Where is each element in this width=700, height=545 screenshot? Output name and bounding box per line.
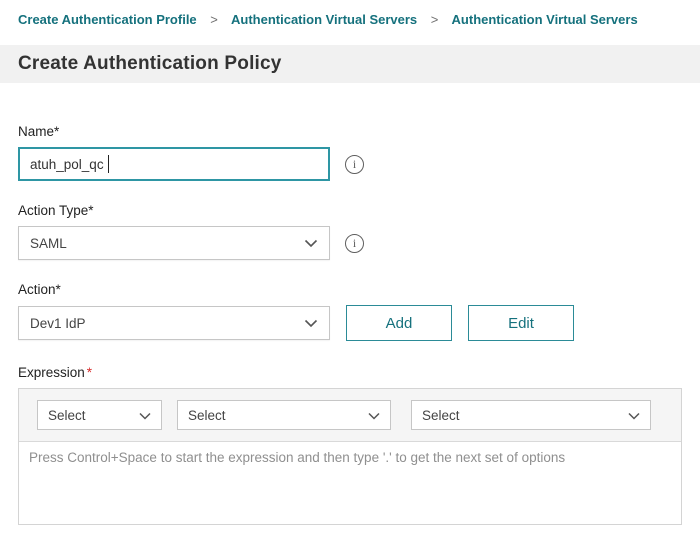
add-button[interactable]: Add	[346, 305, 452, 341]
chevron-down-icon	[139, 408, 151, 423]
expression-label-text: Expression	[18, 365, 85, 380]
info-icon[interactable]: i	[345, 234, 364, 253]
form: Name* i Action Type* SAML i	[0, 83, 700, 525]
action-type-field-group: Action Type* SAML i	[18, 203, 682, 260]
name-input-wrap	[18, 147, 330, 181]
name-label: Name*	[18, 124, 682, 139]
expression-editor: Select Select Select	[18, 388, 682, 525]
name-input[interactable]	[18, 147, 330, 181]
expression-label: Expression*	[18, 365, 682, 380]
action-type-selected-value: SAML	[30, 236, 67, 251]
chevron-down-icon	[628, 408, 640, 423]
expression-input-area	[19, 442, 681, 524]
expression-toolbar: Select Select Select	[19, 389, 681, 442]
expression-select-2[interactable]: Select	[177, 400, 391, 430]
page-title: Create Authentication Policy	[18, 53, 282, 75]
breadcrumb-separator-icon: >	[431, 12, 439, 27]
expression-select-3-value: Select	[422, 408, 460, 423]
expression-textarea[interactable]	[19, 442, 681, 524]
info-icon[interactable]: i	[345, 155, 364, 174]
expression-select-3[interactable]: Select	[411, 400, 651, 430]
page-header: Create Authentication Policy	[0, 45, 700, 83]
expression-select-1-value: Select	[48, 408, 86, 423]
required-asterisk: *	[87, 365, 92, 380]
breadcrumb-item-create-authentication-profile[interactable]: Create Authentication Profile	[18, 12, 197, 27]
text-caret	[108, 155, 109, 173]
chevron-down-icon	[304, 239, 318, 248]
expression-select-1[interactable]: Select	[37, 400, 162, 430]
action-type-select[interactable]: SAML	[18, 226, 330, 260]
action-select[interactable]: Dev1 IdP	[18, 306, 330, 340]
breadcrumb: Create Authentication Profile > Authenti…	[0, 0, 700, 27]
action-type-label: Action Type*	[18, 203, 682, 218]
edit-button[interactable]: Edit	[468, 305, 574, 341]
action-field-group: Action* Dev1 IdP Add Edit	[18, 282, 682, 341]
chevron-down-icon	[368, 408, 380, 423]
chevron-down-icon	[304, 319, 318, 328]
action-label: Action*	[18, 282, 682, 297]
name-field-group: Name* i	[18, 124, 682, 181]
expression-field-group: Expression* Select Select	[18, 365, 682, 525]
page: Create Authentication Profile > Authenti…	[0, 0, 700, 545]
action-selected-value: Dev1 IdP	[30, 316, 86, 331]
breadcrumb-item-authentication-virtual-servers[interactable]: Authentication Virtual Servers	[231, 12, 417, 27]
breadcrumb-item-authentication-virtual-servers-2[interactable]: Authentication Virtual Servers	[452, 12, 638, 27]
expression-select-2-value: Select	[188, 408, 226, 423]
breadcrumb-separator-icon: >	[210, 12, 218, 27]
